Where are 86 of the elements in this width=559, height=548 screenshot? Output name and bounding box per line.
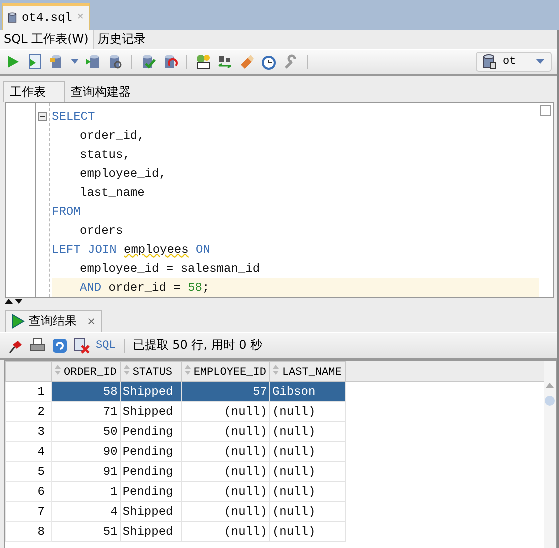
table-cell: (null) — [181, 422, 270, 442]
table-cell: 51 — [52, 522, 120, 542]
results-tab[interactable]: 查询结果 × — [5, 310, 102, 332]
table-cell: Pending — [120, 462, 182, 482]
rollback-icon[interactable] — [162, 54, 178, 70]
table-cell: (null) — [181, 462, 270, 482]
table-cell: 58 — [52, 382, 120, 402]
table-cell: (null) — [270, 402, 346, 422]
table-cell: (null) — [270, 502, 346, 522]
table-cell: (null) — [270, 422, 346, 442]
database-icon — [483, 54, 497, 70]
row-number: 8 — [6, 522, 52, 542]
caret-icon[interactable] — [71, 59, 79, 65]
row-number: 7 — [6, 502, 52, 522]
table-cell: 4 — [52, 502, 120, 522]
table-cell: Shipped — [120, 382, 182, 402]
table-cell: (null) — [270, 462, 346, 482]
checkbox-icon — [540, 105, 551, 116]
table-cell: Shipped — [120, 502, 182, 522]
table-cell: 71 — [52, 402, 120, 422]
table-cell: 1 — [52, 482, 120, 502]
row-number: 5 — [6, 462, 52, 482]
code-line: SELECT — [52, 108, 96, 126]
code-line: employee_id = salesman_id — [79, 260, 262, 278]
table-cell: (null) — [181, 522, 270, 542]
tab[interactable]: SQL 工作表(W) — [0, 30, 94, 49]
table-cell: Pending — [120, 422, 182, 442]
tab[interactable]: 查询构建器 — [65, 83, 137, 102]
file-tab[interactable]: ot4.sql × — [2, 3, 90, 30]
column-header[interactable]: EMPLOYEE_ID — [181, 362, 270, 382]
table-cell: Gibson — [270, 382, 346, 402]
search-icon[interactable] — [107, 54, 123, 70]
sql-link[interactable]: SQL — [96, 340, 116, 352]
table-cell: 57 — [181, 382, 270, 402]
database-icon[interactable] — [85, 54, 101, 70]
table-cell: (null) — [270, 482, 346, 502]
commit-icon[interactable] — [140, 54, 156, 70]
column-header[interactable]: STATUS — [120, 362, 182, 382]
table-cell: (null) — [270, 442, 346, 462]
table-cell: (null) — [181, 402, 270, 422]
database-icon — [8, 11, 17, 25]
code-line: FROM — [52, 204, 82, 220]
code-line: orders — [79, 222, 124, 240]
table-cell: Pending — [120, 482, 182, 502]
tab[interactable]: 工作表 — [3, 81, 65, 102]
column-header[interactable]: ORDER_ID — [52, 362, 120, 382]
tab[interactable]: 历史记录 — [94, 30, 150, 49]
sort-icon — [124, 364, 130, 374]
table-cell: 91 — [52, 462, 120, 482]
table-cell: (null) — [270, 522, 346, 542]
connection-select[interactable]: ot — [476, 52, 552, 72]
eraser-icon[interactable] — [239, 54, 255, 70]
caret-icon — [536, 59, 545, 65]
code-line: order_id, — [79, 128, 146, 144]
code-line: last_name — [79, 184, 146, 202]
code-editor[interactable]: SELECT order_id, status, employee_id, last_name FROM orders LEFT JOIN employees ON employee_id = salesman_id AND order_id = 58; — [5, 102, 554, 298]
table-cell: (null) — [181, 442, 270, 462]
code-line: employee_id, — [79, 166, 168, 182]
row-number: 3 — [6, 422, 52, 442]
fetch-status: 已提取 50 行, 用时 0 秒 — [132, 337, 263, 354]
script-icon[interactable] — [27, 54, 43, 70]
code-line: LEFT JOIN employees ON — [52, 242, 212, 258]
row-number: 4 — [6, 442, 52, 462]
row-number: 6 — [6, 482, 52, 502]
delete-icon[interactable] — [74, 338, 90, 354]
row-number: 1 — [6, 382, 52, 402]
refresh-icon[interactable] — [52, 338, 68, 354]
clock-icon[interactable] — [261, 54, 277, 70]
collapse-icon[interactable] — [38, 112, 47, 121]
code-line: status, — [79, 146, 132, 164]
row-number: 2 — [6, 402, 52, 422]
table-cell: (null) — [181, 482, 270, 502]
column-header[interactable]: LAST_NAME — [270, 362, 346, 382]
table-cell: Shipped — [120, 402, 182, 422]
table-cell: Shipped — [120, 522, 182, 542]
table-cell: 50 — [52, 422, 120, 442]
close-icon[interactable]: × — [87, 315, 96, 328]
table-cell: (null) — [181, 502, 270, 522]
sort-icon — [184, 364, 191, 374]
run-icon — [11, 314, 25, 329]
table-cell: Pending — [120, 442, 182, 462]
sort-icon — [55, 364, 61, 374]
table-cell: 90 — [52, 442, 120, 462]
sort-icon — [273, 364, 280, 374]
run-icon[interactable] — [5, 54, 21, 70]
print-icon[interactable] — [30, 338, 46, 354]
